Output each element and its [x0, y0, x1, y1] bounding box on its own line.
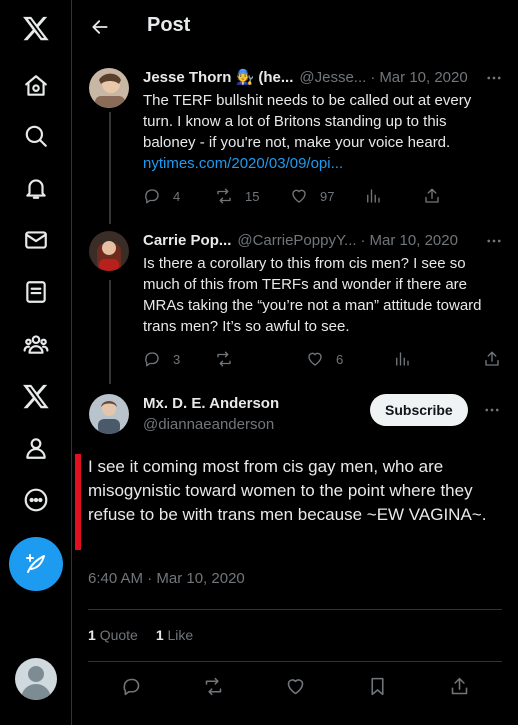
compose-post-button[interactable]	[9, 537, 63, 591]
reply-count: 4	[173, 188, 181, 204]
more-circle-icon[interactable]	[14, 478, 58, 522]
views-chart-icon	[367, 189, 380, 203]
author-name[interactable]: Carrie Pop...	[143, 231, 231, 251]
account-avatar[interactable]	[15, 658, 57, 700]
post-more-button[interactable]	[482, 400, 502, 420]
post-more-button[interactable]	[484, 68, 504, 88]
x-logo-icon[interactable]	[14, 6, 58, 50]
post-meta: Carrie Pop... @CarriePoppyY... · Mar 10,…	[143, 231, 503, 251]
page-title: Post	[147, 14, 191, 36]
left-nav-rail	[0, 0, 72, 725]
post-detail-column: Post Jesse Thorn 🧑‍🔧 (he... @Jesse... · …	[72, 0, 518, 725]
back-button[interactable]	[86, 13, 114, 41]
post-date[interactable]: Mar 10, 2020	[379, 68, 467, 88]
share-icon	[425, 188, 439, 203]
post-stats: 1 Quote 1 Like	[88, 627, 193, 643]
author-name[interactable]: Mx. D. E. Anderson	[143, 395, 279, 412]
bookmark-button[interactable]	[364, 673, 390, 699]
author-name[interactable]: Jesse Thorn 🧑‍🔧 (he...	[143, 68, 293, 88]
repost-icon	[217, 188, 231, 204]
views-button[interactable]	[393, 349, 411, 369]
repost-icon	[217, 351, 231, 367]
quote-count: 1	[88, 627, 96, 643]
reply-icon	[122, 678, 139, 695]
page-header: Post	[72, 0, 518, 54]
avatar-head-shape	[28, 666, 44, 682]
share-icon	[485, 351, 499, 366]
highlight-bar	[75, 454, 81, 550]
post-actions: 3 6	[143, 349, 503, 369]
like-button[interactable]	[282, 673, 308, 699]
share-icon	[451, 677, 467, 694]
author-handle[interactable]: @diannaeanderson	[143, 416, 274, 433]
subscribe-button[interactable]: Subscribe	[370, 394, 468, 426]
repost-button[interactable]	[215, 349, 233, 369]
reply-icon	[145, 352, 159, 367]
post-actions: 4 15 97	[143, 186, 503, 206]
share-button[interactable]	[446, 673, 472, 699]
more-horizontal-icon	[485, 408, 499, 412]
lists-icon[interactable]	[14, 270, 58, 314]
post-body: The TERF bullshit needs to be called out…	[143, 92, 472, 151]
divider	[88, 661, 502, 662]
premium-x-icon[interactable]	[14, 374, 58, 418]
views-button[interactable]	[364, 186, 382, 206]
post-text: The TERF bullshit needs to be called out…	[143, 90, 503, 174]
notifications-icon[interactable]	[14, 166, 58, 210]
avatar[interactable]	[89, 394, 129, 434]
heart-icon	[292, 189, 306, 203]
share-button[interactable]	[483, 349, 501, 369]
more-horizontal-icon	[487, 239, 501, 243]
reply-button[interactable]	[118, 673, 144, 699]
messages-icon[interactable]	[14, 218, 58, 262]
avatar[interactable]	[89, 68, 129, 108]
post-link[interactable]: nytimes.com/2020/03/09/opi...	[143, 155, 343, 172]
thread-post[interactable]: Jesse Thorn 🧑‍🔧 (he... @Jesse... · Mar 1…	[72, 68, 518, 218]
focused-post-actions	[72, 673, 518, 699]
post-timestamp[interactable]: 6:40 AM · Mar 10, 2020	[88, 570, 245, 587]
like-count: 6	[336, 351, 344, 367]
post-text: I see it coming most from cis gay men, w…	[88, 457, 487, 524]
repost-button[interactable]	[200, 673, 226, 699]
profile-icon[interactable]	[14, 426, 58, 470]
divider	[88, 609, 502, 610]
repost-count: 15	[245, 188, 260, 204]
meta-separator: ·	[360, 232, 366, 249]
avatar[interactable]	[89, 231, 129, 271]
like-count: 1	[155, 627, 164, 643]
reply-count: 3	[173, 351, 181, 367]
like-button[interactable]: 6	[306, 349, 343, 369]
like-stat[interactable]: 1 Like	[156, 627, 193, 643]
bookmark-icon	[370, 677, 384, 695]
repost-button[interactable]: 15	[215, 186, 259, 206]
avatar-body-shape	[21, 684, 51, 700]
compose-post-icon	[26, 554, 45, 573]
reply-button[interactable]: 3	[143, 349, 180, 369]
reply-icon	[145, 189, 159, 204]
repost-icon	[205, 677, 221, 695]
communities-icon[interactable]	[14, 322, 58, 366]
more-horizontal-icon	[487, 76, 501, 80]
thread-post[interactable]: Carrie Pop... @CarriePoppyY... · Mar 10,…	[72, 231, 518, 381]
post-text: Is there a corollary to this from cis me…	[143, 255, 482, 335]
search-icon[interactable]	[14, 114, 58, 158]
post-date[interactable]: Mar 10, 2020	[370, 231, 458, 251]
reply-button[interactable]: 4	[143, 186, 180, 206]
home-icon[interactable]	[14, 64, 58, 108]
meta-separator: ·	[370, 69, 376, 86]
post-meta: Jesse Thorn 🧑‍🔧 (he... @Jesse... · Mar 1…	[143, 68, 503, 88]
like-label: Like	[167, 627, 194, 643]
share-button[interactable]	[423, 186, 441, 206]
author-handle[interactable]: @CarriePoppyY...	[237, 231, 356, 251]
arrow-left-icon	[92, 20, 108, 34]
author-handle[interactable]: @Jesse...	[299, 68, 366, 88]
quote-label: Quote	[99, 627, 138, 643]
heart-icon	[287, 678, 303, 694]
heart-icon	[308, 352, 322, 366]
like-count: 97	[320, 188, 335, 204]
like-button[interactable]: 97	[290, 186, 334, 206]
views-chart-icon	[396, 352, 409, 366]
quote-stat[interactable]: 1 Quote	[88, 627, 138, 643]
post-more-button[interactable]	[484, 231, 504, 251]
